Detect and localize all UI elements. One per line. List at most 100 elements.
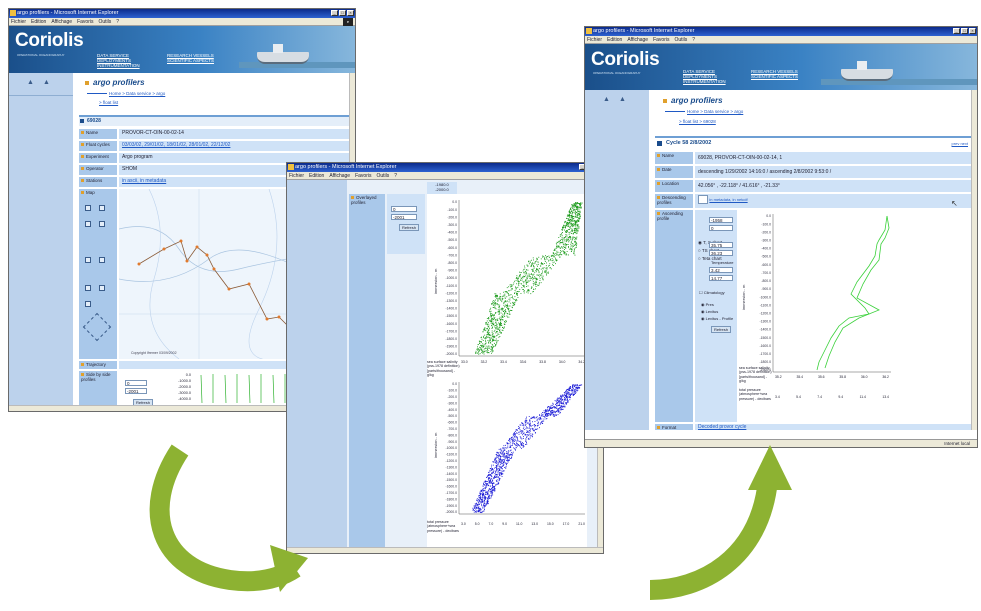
profile-point [571, 211, 572, 212]
profile-point [544, 416, 546, 418]
menu-view[interactable]: Affichage [329, 172, 350, 179]
menu-tools[interactable]: Outils [98, 18, 111, 25]
profile-point [483, 504, 485, 506]
menu-help[interactable]: ? [692, 36, 695, 43]
close-button[interactable]: × [969, 28, 976, 34]
row-value-format[interactable]: Decoded provor cycle [695, 424, 972, 430]
title-bar[interactable]: argo profilers - Microsoft Internet Expl… [585, 27, 977, 36]
profile-point [509, 447, 511, 448]
breadcrumb-float[interactable]: > float list > 69028 [679, 119, 716, 124]
zoom-out-icon[interactable] [85, 221, 91, 227]
close-button[interactable]: × [347, 10, 354, 16]
min-depth-input[interactable]: 0 [391, 206, 417, 212]
nav-instrumentation[interactable]: INSTRUMENTATION [97, 63, 140, 69]
refresh-button[interactable]: Refresh [399, 224, 419, 231]
profile-point [479, 507, 481, 509]
salinity-min-input[interactable]: 35.75 [709, 242, 733, 248]
maximize-button[interactable]: □ [961, 28, 968, 34]
climatology-checkbox[interactable]: ☐ Climatology [699, 290, 725, 295]
row-value-float-cycles[interactable]: 03/03/02, 29/01/02, 18/01/02, 28/01/02, … [119, 141, 351, 151]
zoom-slider-icon[interactable] [99, 221, 105, 227]
descending-thumb[interactable] [698, 195, 708, 204]
back-arrow-icon[interactable]: ▲ [27, 79, 34, 86]
profile-point [530, 422, 531, 424]
profile-point [475, 352, 477, 354]
menu-edit[interactable]: Edition [31, 18, 46, 25]
pan-icon[interactable] [85, 257, 91, 263]
zoom-box-icon[interactable] [99, 205, 105, 211]
nav-scientific-aspects[interactable]: SCIENTIFIC ASPECTS [167, 58, 214, 64]
profile-point [482, 351, 484, 353]
profile-point [527, 269, 529, 271]
prev-next-links[interactable]: prev next [952, 141, 968, 146]
horizontal-scrollbar[interactable] [287, 547, 603, 553]
maximize-button[interactable]: □ [339, 10, 346, 16]
profile-point [564, 397, 565, 398]
compass-rose-icon[interactable] [82, 312, 112, 342]
nav-scientific-aspects[interactable]: SCIENTIFIC ASPECTS [751, 74, 798, 80]
menu-tools[interactable]: Outils [674, 36, 687, 43]
menu-tools[interactable]: Outils [376, 172, 389, 179]
site-logo[interactable]: Coriolis [15, 30, 84, 52]
radio-pres[interactable]: ◉ Pres [701, 302, 714, 307]
profile-point [541, 262, 542, 264]
profile-point [528, 416, 530, 417]
breadcrumb[interactable]: Home > Data service > argo [87, 91, 165, 96]
menu-file[interactable]: Fichier [587, 36, 602, 43]
forward-arrow-icon[interactable]: ▲ [619, 96, 626, 103]
descending-links[interactable]: in metadata, in netcdf [709, 197, 747, 202]
radio-levitus[interactable]: ◉ Levitus [701, 309, 718, 314]
forward-arrow-icon[interactable]: ▲ [43, 79, 50, 86]
menu-view[interactable]: Affichage [627, 36, 648, 43]
temperature-min-input[interactable]: 3.42 [709, 267, 733, 273]
profile-point [577, 219, 578, 221]
zoom-in-icon[interactable] [85, 205, 91, 211]
menu-favorites[interactable]: Favoris [653, 36, 669, 43]
profile-point [566, 389, 568, 391]
depth-min-input[interactable]: -1958 [709, 217, 733, 223]
menu-edit[interactable]: Edition [309, 172, 324, 179]
minimize-button[interactable]: _ [331, 10, 338, 16]
profile-point [548, 414, 550, 416]
temperature-max-input[interactable]: 14.77 [709, 275, 733, 281]
menu-file[interactable]: Fichier [289, 172, 304, 179]
breadcrumb-float-list[interactable]: > float list [99, 100, 118, 105]
measure-icon[interactable] [85, 285, 91, 291]
site-logo[interactable]: Coriolis [591, 49, 660, 71]
temp-tick: 3.0 [461, 522, 466, 526]
menu-favorites[interactable]: Favoris [77, 18, 93, 25]
profile-point [503, 304, 505, 306]
minimize-button[interactable]: _ [953, 28, 960, 34]
salinity-ticks: 35.2 35.4 35.6 35.8 36.0 36.2 [775, 375, 889, 379]
max-depth-input[interactable]: -2001 [391, 214, 417, 220]
refresh-button[interactable]: Refresh [711, 326, 731, 333]
window-controls: _□× [953, 28, 976, 34]
menu-edit[interactable]: Edition [607, 36, 622, 43]
info-icon[interactable] [85, 301, 91, 307]
logo-subtitle: OPERATIONAL OCEANOGRAPHY [17, 53, 65, 57]
menu-favorites[interactable]: Favoris [355, 172, 371, 179]
vertical-scrollbar[interactable] [971, 90, 977, 430]
profile-point [573, 248, 575, 250]
full-extent-icon[interactable] [99, 257, 105, 263]
back-arrow-icon[interactable]: ▲ [603, 96, 610, 103]
depth-max-input[interactable]: 0 [709, 225, 733, 231]
menu-help[interactable]: ? [116, 18, 119, 25]
profile-point [572, 392, 574, 394]
max-depth-input[interactable]: -2001 [125, 388, 147, 394]
title-bar[interactable]: argo profilers - Microsoft Internet Expl… [287, 163, 603, 172]
menu-file[interactable]: Fichier [11, 18, 26, 25]
menu-view[interactable]: Affichage [51, 18, 72, 25]
profile-point [515, 287, 517, 289]
profile-point [520, 437, 522, 439]
min-depth-input[interactable]: 0 [125, 380, 147, 386]
radio-levitus-profile[interactable]: ◉ Levitus - Profile [701, 316, 733, 321]
salinity-max-input[interactable]: 36.23 [709, 250, 733, 256]
menu-help[interactable]: ? [394, 172, 397, 179]
print-icon[interactable] [99, 285, 105, 291]
profile-point [494, 457, 496, 459]
depth-tick: -1700.0 [446, 329, 458, 333]
breadcrumb[interactable]: Home > Data service > argo [665, 109, 743, 114]
title-bar[interactable]: argo profilers - Microsoft Internet Expl… [9, 9, 355, 18]
nav-instrumentation[interactable]: INSTRUMENTATION [683, 79, 726, 85]
